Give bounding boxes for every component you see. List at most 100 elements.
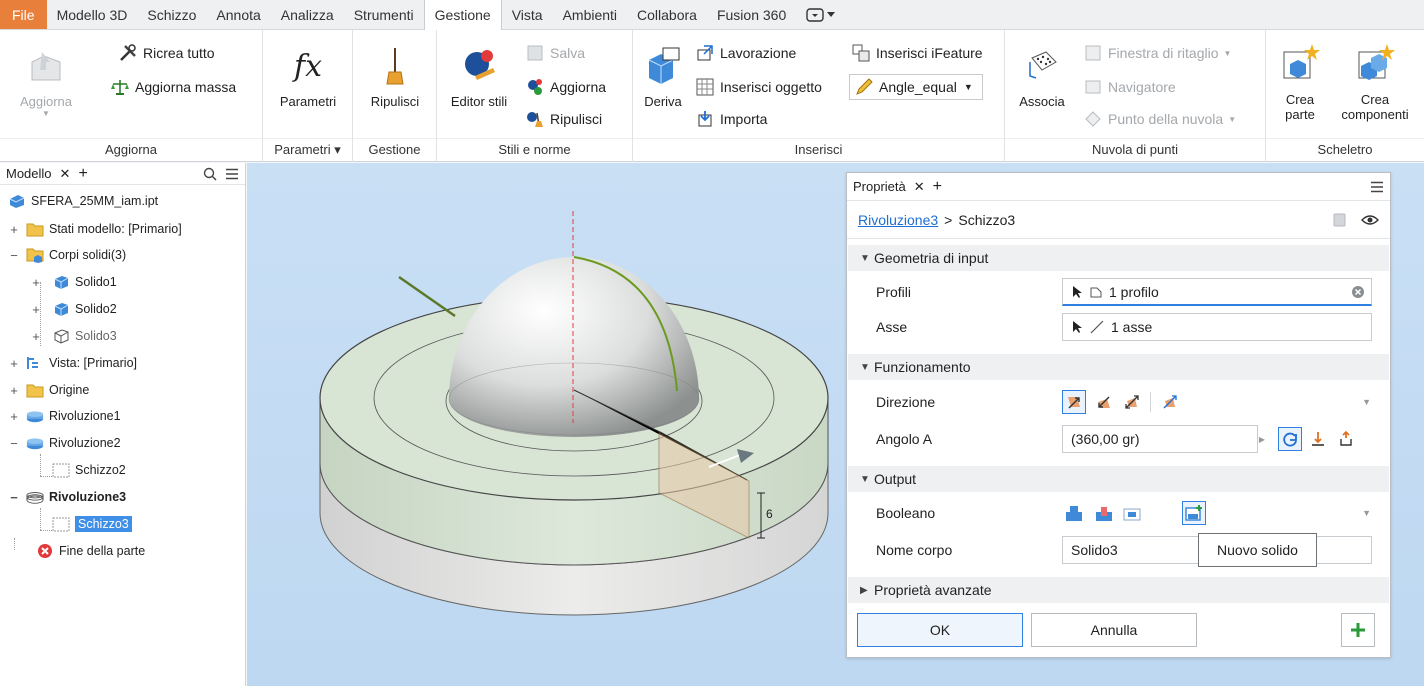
inserisci-ifeature-button[interactable]: Inserisci iFeature [851, 42, 983, 64]
ripulisci-button[interactable]: Ripulisci [365, 44, 425, 109]
menu-tab-vista[interactable]: Vista [502, 0, 553, 29]
angle-equal-dropdown[interactable]: Angle_equal ▼ [849, 74, 983, 100]
asse-selector[interactable]: 1 asse [1062, 313, 1372, 341]
menu-tab-file[interactable]: File [0, 0, 47, 29]
expand-icon[interactable]: + [8, 356, 20, 371]
tree-item-part-root[interactable]: SFERA_25MM_iam.ipt [8, 190, 158, 212]
section-funzionamento[interactable]: ▼ Funzionamento [848, 354, 1389, 380]
between-button[interactable] [1334, 427, 1358, 451]
breadcrumb-parent-link[interactable]: Rivoluzione3 [858, 212, 938, 228]
direction-symmetric-button[interactable] [1120, 390, 1144, 414]
dimension-value[interactable]: 6 [766, 507, 773, 521]
close-icon[interactable]: ✕ [914, 179, 925, 195]
add-tab-icon[interactable]: + [933, 178, 942, 196]
editor-stili-button[interactable]: Editor stili [443, 44, 515, 109]
tree-item-vista[interactable]: + Vista: [Primario] [10, 352, 137, 374]
menu-tab-analizza[interactable]: Analizza [271, 0, 344, 29]
tree-item-label: Rivoluzione3 [49, 490, 127, 504]
chevron-down-icon[interactable]: ▼ [1362, 508, 1371, 518]
tree-item-stati-modello[interactable]: + Stati modello: [Primario] [10, 218, 181, 240]
ricrea-tutto-button[interactable]: Ricrea tutto [118, 42, 215, 64]
profili-selector[interactable]: 1 profilo [1062, 278, 1372, 306]
tree-item-solido2[interactable]: + Solido2 [32, 298, 117, 320]
tree-item-corpi-solidi[interactable]: − Corpi solidi(3) [10, 244, 126, 266]
clear-icon[interactable] [1351, 285, 1365, 299]
direction-asymmetric-button[interactable] [1158, 390, 1182, 414]
collapse-icon[interactable]: − [8, 436, 20, 451]
ripulisci-stili-button[interactable]: Ripulisci [525, 108, 602, 130]
expand-icon[interactable]: + [30, 302, 42, 317]
chevron-right-icon[interactable]: ▶ [1259, 435, 1265, 444]
punto-nuvola-button[interactable]: Punto della nuvola ▼ [1083, 108, 1236, 130]
inserisci-oggetto-button[interactable]: Inserisci oggetto [695, 76, 822, 98]
section-geometria-input[interactable]: ▼ Geometria di input [848, 245, 1389, 271]
tree-item-fine-parte[interactable]: Fine della parte [36, 540, 145, 562]
preset-icon[interactable] [1331, 212, 1347, 228]
ok-button[interactable]: OK [857, 613, 1023, 647]
salva-button[interactable]: Salva [525, 42, 585, 64]
panel-title-parametri[interactable]: Parametri ▾ [263, 138, 352, 160]
importa-button[interactable]: Importa [695, 108, 767, 130]
full-revolve-button[interactable] [1278, 427, 1302, 451]
properties-tab[interactable]: Proprietà [853, 179, 906, 194]
search-icon[interactable] [203, 167, 217, 181]
boolean-intersect-button[interactable] [1120, 501, 1144, 525]
menu-icon[interactable] [225, 168, 239, 180]
menu-tab-strumenti[interactable]: Strumenti [344, 0, 424, 29]
expand-icon[interactable]: + [30, 275, 42, 290]
boolean-new-solid-button[interactable] [1182, 501, 1206, 525]
apply-add-button[interactable] [1341, 613, 1375, 647]
lavorazione-button[interactable]: Lavorazione [695, 42, 796, 64]
tree-item-rivoluzione3[interactable]: − Rivoluzione3 [10, 486, 127, 508]
tree-item-schizzo2[interactable]: Schizzo2 [52, 459, 126, 481]
associa-button[interactable]: Associa [1011, 44, 1073, 109]
menu-tab-collabora[interactable]: Collabora [627, 0, 707, 29]
aggiorna-stili-button[interactable]: Aggiorna [525, 76, 606, 98]
direction-default-button[interactable] [1062, 390, 1086, 414]
crea-componenti-button[interactable]: Crea componenti [1330, 40, 1420, 122]
tree-item-rivoluzione1[interactable]: + Rivoluzione1 [10, 405, 120, 427]
panel-stili-norme: Editor stili Salva Aggiorna Ripulisci St… [437, 30, 633, 162]
deriva-button[interactable]: Deriva [637, 44, 689, 109]
tree-item-solido1[interactable]: + Solido1 [32, 271, 117, 293]
add-tab-icon[interactable]: + [78, 165, 87, 183]
expand-icon[interactable]: + [8, 409, 20, 424]
collapse-icon[interactable]: − [8, 248, 20, 263]
aggiorna-button[interactable]: Aggiorna ▼ [12, 44, 80, 118]
expand-icon[interactable]: + [8, 383, 20, 398]
tree-item-rivoluzione2[interactable]: − Rivoluzione2 [10, 432, 120, 454]
axis-icon [1090, 320, 1104, 334]
collapse-icon[interactable]: − [8, 490, 20, 505]
menu-tab-annota[interactable]: Annota [206, 0, 270, 29]
tree-item-solido3[interactable]: + Solido3 [32, 325, 117, 347]
chevron-down-icon[interactable]: ▼ [1362, 397, 1371, 407]
asse-label: Asse [876, 319, 908, 335]
menu-tab-modello-3d[interactable]: Modello 3D [47, 0, 138, 29]
expand-icon[interactable]: + [8, 222, 20, 237]
menu-tab-fusion-360[interactable]: Fusion 360 [707, 0, 796, 29]
parametri-button[interactable]: fx Parametri [277, 44, 339, 110]
section-output[interactable]: ▼ Output [848, 466, 1389, 492]
angolo-a-input[interactable]: (360,00 gr) ▶ [1062, 425, 1265, 453]
browser-tab-modello[interactable]: Modello [6, 166, 52, 181]
close-icon[interactable]: ✕ [60, 166, 71, 182]
annulla-button[interactable]: Annulla [1031, 613, 1197, 647]
menu-tab-gestione[interactable]: Gestione [423, 0, 502, 30]
to-button[interactable] [1306, 427, 1330, 451]
menu-icon[interactable] [1370, 181, 1384, 193]
direction-flip-button[interactable] [1092, 390, 1116, 414]
expand-icon[interactable]: + [30, 329, 42, 344]
ribbon-display-dropdown[interactable] [796, 0, 845, 29]
eye-icon[interactable] [1361, 214, 1379, 226]
aggiorna-massa-button[interactable]: Aggiorna massa [110, 76, 236, 98]
section-proprieta-avanzate[interactable]: ▶ Proprietà avanzate [848, 577, 1389, 603]
finestra-ritaglio-button[interactable]: Finestra di ritaglio ▼ [1083, 42, 1231, 64]
menu-tab-ambienti[interactable]: Ambienti [553, 0, 627, 29]
navigatore-button[interactable]: Navigatore [1083, 76, 1176, 98]
tree-item-schizzo3[interactable]: Schizzo3 [52, 513, 132, 535]
menu-tab-schizzo[interactable]: Schizzo [137, 0, 206, 29]
boolean-join-button[interactable] [1062, 501, 1086, 525]
tree-item-origine[interactable]: + Origine [10, 379, 89, 401]
crea-parte-button[interactable]: Crea parte [1272, 40, 1328, 122]
boolean-cut-button[interactable] [1092, 501, 1116, 525]
